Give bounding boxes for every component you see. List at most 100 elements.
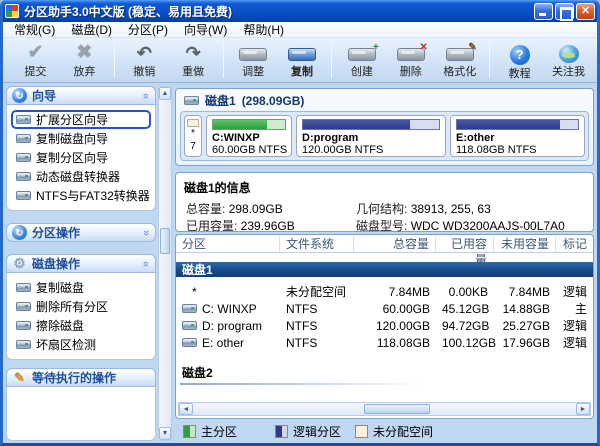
sidebar-item-dynamic-disk-converter[interactable]: 动态磁盘转换器 [11, 167, 151, 186]
title-bar: 分区助手3.0中文版 (稳定、易用且免费) [0, 0, 600, 22]
disk-icon [16, 321, 31, 330]
disk-icon [16, 115, 31, 124]
toolbar: ✔ 提交 ✖ 放弃 ↶ 撤销 ↷ 重做 调整 复制 + 创建 [3, 38, 597, 83]
usage-bar [302, 119, 440, 130]
disk-icon [182, 304, 197, 313]
undo-arrow-icon: ↶ [137, 43, 152, 63]
primary-swatch-icon [183, 425, 196, 438]
unallocated-bar [187, 119, 199, 127]
minimize-button[interactable] [534, 3, 553, 20]
maximize-button[interactable] [555, 3, 574, 20]
toolbar-separator [114, 43, 115, 78]
disk-info-title: 磁盘1的信息 [176, 173, 593, 200]
used-capacity-value: 239.96GB [241, 219, 295, 233]
redo-arrow-icon: ↷ [186, 43, 201, 63]
partition-block-d[interactable]: D:program 120.00GB NTFS [296, 115, 446, 157]
section-header-pending-operations[interactable]: 等待执行的操作 [6, 368, 156, 387]
disk-icon [182, 321, 197, 330]
table-row-e[interactable]: E: other NTFS 118.08GB 100.12GB 17.96GB … [176, 334, 593, 351]
disk-icon [16, 191, 31, 200]
used-capacity-label: 已用容量: [186, 219, 237, 233]
close-button[interactable] [576, 3, 595, 20]
logical-swatch-icon [275, 425, 288, 438]
disk2-group-header[interactable]: 磁盘2 [176, 364, 593, 381]
legend-unallocated: 未分配空间 [355, 423, 433, 440]
wizard-panel: 扩展分区向导 复制磁盘向导 复制分区向导 动态磁盘转换器 NTFS与FAT32转… [6, 105, 156, 211]
check-icon: ✔ [27, 43, 43, 63]
scroll-right-arrow[interactable]: ► [576, 403, 590, 415]
scrollbar-thumb[interactable] [364, 404, 430, 414]
sidebar-scrollbar[interactable]: ▲ ▼ [158, 86, 172, 441]
table-row-d[interactable]: D: program NTFS 120.00GB 94.72GB 25.27GB… [176, 317, 593, 334]
disk-delete-icon: ✕ [397, 48, 425, 61]
sidebar-item-copy-disk-wizard[interactable]: 复制磁盘向导 [11, 129, 151, 148]
geometry-label: 几何结构: [356, 202, 407, 216]
section-header-wizard[interactable]: 向导 [6, 86, 156, 105]
redo-button[interactable]: ↷ 重做 [169, 40, 218, 81]
partition-block-c[interactable]: C:WINXP 60.00GB NTFS [206, 115, 292, 157]
disk-icon [16, 283, 31, 292]
disk-name: 磁盘1 [205, 92, 236, 109]
partition-block-unallocated[interactable]: * 7 [184, 115, 202, 157]
copy-button[interactable]: 复制 [278, 40, 327, 81]
discard-button[interactable]: ✖ 放弃 [60, 40, 109, 81]
col-free[interactable]: 未用容量 [494, 236, 556, 252]
disk-model-value: WDC WD3200AAJS-00L7A0 [411, 219, 565, 233]
disk-map-panel: 磁盘1 (298.09GB) * 7 C:WINXP 60.00GB NTFS [175, 88, 594, 166]
partition-block-e[interactable]: E:other 118.08GB NTFS [450, 115, 585, 157]
col-total[interactable]: 总容量 [354, 236, 436, 252]
legend-primary: 主分区 [183, 423, 237, 440]
col-used[interactable]: 已用容量 [436, 236, 494, 252]
wizard-icon [12, 88, 27, 103]
table-row-unallocated[interactable]: * 未分配空间 7.84MB 0.00KB 7.84MB 逻辑 [176, 283, 593, 300]
scroll-down-arrow[interactable]: ▼ [159, 427, 171, 440]
toolbar-separator [223, 43, 224, 78]
sidebar-item-bad-sector-check[interactable]: 坏扇区检测 [11, 335, 151, 354]
partition-ops-icon [12, 225, 27, 240]
col-partition[interactable]: 分区 [176, 236, 280, 252]
follow-button[interactable]: 关注我 [544, 40, 593, 81]
menu-general[interactable]: 常规(G) [7, 21, 62, 38]
create-button[interactable]: + 创建 [337, 40, 386, 81]
scrollbar-thumb[interactable] [160, 228, 170, 254]
sidebar-item-delete-all-partitions[interactable]: 删除所有分区 [11, 297, 151, 316]
usage-bar [212, 119, 286, 130]
menu-help[interactable]: 帮助(H) [236, 21, 291, 38]
disk-format-icon: ✎ [446, 48, 474, 61]
table-row-c[interactable]: C: WINXP NTFS 60.00GB 45.12GB 14.88GB 主 [176, 300, 593, 317]
section-header-partition-ops[interactable]: 分区操作 [6, 223, 156, 242]
table-header: 分区 文件系统 总容量 已用容量 未用容量 标记 [176, 235, 593, 253]
col-filesystem[interactable]: 文件系统 [280, 236, 354, 252]
disk-icon [184, 96, 199, 105]
disk-icon [16, 340, 31, 349]
col-mark[interactable]: 标记 [556, 236, 593, 252]
question-icon: ? [510, 45, 530, 65]
section-header-disk-ops[interactable]: 磁盘操作 [6, 254, 156, 273]
delete-button[interactable]: ✕ 删除 [386, 40, 435, 81]
resize-button[interactable]: 调整 [229, 40, 278, 81]
sidebar-item-ntfs-fat32-converter[interactable]: NTFS与FAT32转换器 [11, 186, 151, 205]
menu-disk[interactable]: 磁盘(D) [64, 21, 119, 38]
sidebar-item-copy-partition-wizard[interactable]: 复制分区向导 [11, 148, 151, 167]
unallocated-swatch-icon [355, 425, 368, 438]
scroll-left-arrow[interactable]: ◄ [179, 403, 193, 415]
disk-copy-icon [288, 48, 316, 61]
disk-model-label: 磁盘型号: [356, 219, 407, 233]
tutorial-button[interactable]: ? 教程 [495, 40, 544, 81]
total-capacity-value: 298.09GB [229, 202, 283, 216]
sidebar-item-wipe-disk[interactable]: 擦除磁盘 [11, 316, 151, 335]
globe-icon [559, 45, 579, 63]
commit-button[interactable]: ✔ 提交 [11, 40, 60, 81]
sidebar-item-copy-disk[interactable]: 复制磁盘 [11, 278, 151, 297]
menu-partition[interactable]: 分区(P) [121, 21, 175, 38]
sidebar-item-extend-partition-wizard[interactable]: 扩展分区向导 [11, 110, 151, 129]
toolbar-separator [489, 43, 490, 78]
format-button[interactable]: ✎ 格式化 [435, 40, 484, 81]
menu-wizard[interactable]: 向导(W) [177, 21, 234, 38]
disk2-underline [180, 383, 422, 385]
table-horizontal-scrollbar[interactable]: ◄ ► [178, 402, 591, 416]
undo-button[interactable]: ↶ 撤销 [120, 40, 169, 81]
disk1-group-header[interactable]: 磁盘1 [176, 262, 593, 277]
disk-icon [16, 134, 31, 143]
scroll-up-arrow[interactable]: ▲ [159, 87, 171, 100]
